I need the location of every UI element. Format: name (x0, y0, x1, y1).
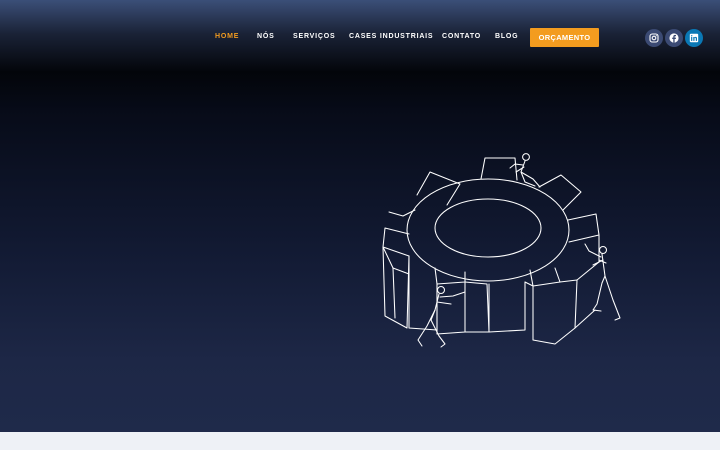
gear-side (488, 281, 526, 333)
gear-tooth (416, 171, 461, 206)
gear-side (524, 279, 578, 345)
instagram-icon (649, 33, 659, 43)
instagram-link[interactable] (645, 29, 663, 47)
gear-hole (434, 198, 542, 258)
person-bottom-left (417, 285, 466, 348)
nav-blog[interactable]: BLOG (495, 33, 518, 40)
gear-side (392, 267, 396, 319)
facebook-icon (669, 33, 679, 43)
orcamento-button[interactable]: ORÇAMENTO (530, 28, 599, 47)
facebook-link[interactable] (665, 29, 683, 47)
linkedin-link[interactable] (685, 29, 703, 47)
person-right (584, 243, 621, 321)
gear-side (436, 281, 466, 335)
gear-side (576, 234, 600, 281)
next-section-band (0, 432, 720, 450)
gear-tooth (567, 213, 600, 243)
gear-side (382, 246, 410, 329)
hero-section: HOME NÓS SERVIÇOS CASES INDUSTRIAIS CONT… (0, 0, 720, 432)
linkedin-icon (689, 33, 699, 43)
gear-tooth (529, 267, 561, 287)
gear-top-face (406, 178, 570, 282)
nav-nos[interactable]: NÓS (257, 33, 275, 40)
nav-contato[interactable]: CONTATO (442, 33, 481, 40)
gear-tooth (382, 227, 410, 257)
nav-cases-industriais[interactable]: CASES INDUSTRIAIS (349, 33, 433, 40)
nav-servicos[interactable]: SERVIÇOS (293, 33, 335, 40)
gear-side (464, 281, 490, 333)
nav-home[interactable]: HOME (215, 33, 239, 40)
gear-side (574, 309, 596, 329)
navbar: HOME NÓS SERVIÇOS CASES INDUSTRIAIS CONT… (0, 0, 720, 75)
gear-tooth (480, 157, 518, 181)
page: HOME NÓS SERVIÇOS CASES INDUSTRIAIS CONT… (0, 0, 720, 450)
gear-tooth (538, 174, 582, 211)
gear-teamwork-illustration (382, 153, 621, 348)
